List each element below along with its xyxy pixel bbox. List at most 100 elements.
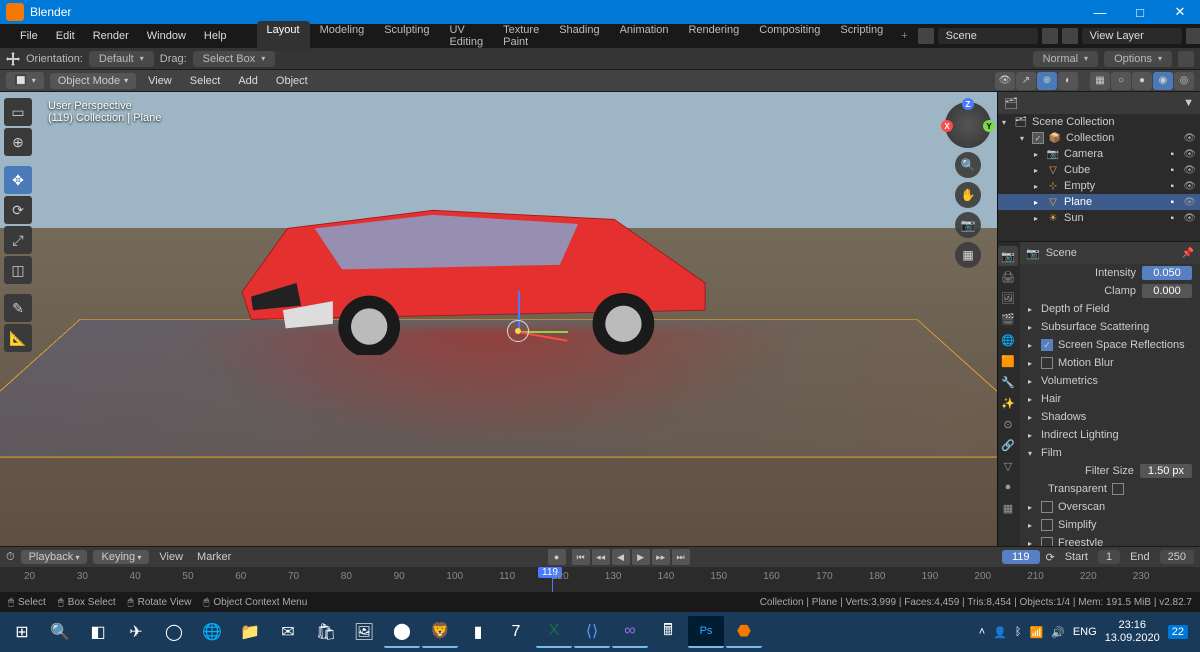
workspace-tab-layout[interactable]: Layout [257, 21, 310, 51]
play-rev[interactable]: ◀ [612, 549, 630, 565]
nav-gizmo[interactable]: Z Y X [945, 102, 991, 148]
persp-ortho-button[interactable]: ▦ [955, 242, 981, 268]
mode-dropdown[interactable]: Object Mode [50, 73, 136, 89]
chrome-icon[interactable]: ⬤ [384, 616, 420, 648]
prop-tab-texture[interactable]: ▦ [998, 498, 1018, 518]
jump-start[interactable]: ⏮ [572, 549, 590, 565]
workspace-tab-compositing[interactable]: Compositing [749, 21, 830, 51]
outliner-item-sun[interactable]: ▸☀Sun▪👁 [998, 210, 1200, 226]
measure-tool[interactable]: 📐 [4, 324, 32, 352]
new-viewlayer-icon[interactable] [1186, 28, 1200, 44]
outliner-item-cube[interactable]: ▸▽Cube▪👁 [998, 162, 1200, 178]
prop-section-motion-blur[interactable]: ▸Motion Blur [1020, 354, 1200, 372]
explorer-icon[interactable]: 📁 [232, 616, 268, 648]
store-icon[interactable]: 🛍 [308, 616, 344, 648]
axis-z-icon[interactable]: Z [962, 98, 974, 110]
photoshop-icon[interactable]: Ps [688, 616, 724, 648]
timeline-marker[interactable]: Marker [193, 551, 235, 563]
prop-section-film[interactable]: ▾Film [1020, 444, 1200, 462]
shade-matprev-icon[interactable]: ◉ [1153, 72, 1173, 90]
scene-name-field[interactable]: Scene [938, 28, 1038, 44]
select-tool[interactable]: ▭ [4, 98, 32, 126]
prop-tab-mesh[interactable]: ▽ [998, 456, 1018, 476]
browse-scene-icon[interactable] [918, 28, 934, 44]
menu-add[interactable]: Add [232, 73, 264, 89]
move-tool[interactable]: ✥ [4, 166, 32, 194]
brave-icon[interactable]: 🦁 [422, 616, 458, 648]
prop-tab-physics[interactable]: ⊙ [998, 414, 1018, 434]
prop-tab-viewlayer[interactable]: 🖼 [998, 288, 1018, 308]
checkbox[interactable] [1041, 357, 1053, 369]
tray-person-icon[interactable]: 👤 [993, 626, 1007, 639]
tray-volume-icon[interactable]: 🔊 [1051, 626, 1065, 639]
jump-end[interactable]: ⏭ [672, 549, 690, 565]
pan-button[interactable]: ✋ [955, 182, 981, 208]
menu-object[interactable]: Object [270, 73, 314, 89]
transform-gizmo[interactable] [518, 301, 578, 361]
outliner-collection[interactable]: ▾✓📦Collection👁 [998, 130, 1200, 146]
prop-tab-modifier[interactable]: 🔧 [998, 372, 1018, 392]
gizmo-arrow-icon[interactable]: ↗ [1016, 72, 1036, 90]
timeline-view[interactable]: View [155, 551, 187, 563]
tray-clock[interactable]: 23:16 13.09.2020 [1105, 619, 1160, 645]
scale-tool[interactable]: ⤢ [4, 226, 32, 254]
end-frame[interactable]: 250 [1160, 550, 1194, 564]
workspace-tab-scripting[interactable]: Scripting [830, 21, 893, 51]
transparent-checkbox[interactable] [1112, 483, 1124, 495]
menu-file[interactable]: File [12, 28, 46, 44]
gizmo-toggle-icon[interactable]: ⊕ [1037, 72, 1057, 90]
menu-view[interactable]: View [142, 73, 178, 89]
clamp-value[interactable]: 0.000 [1142, 284, 1192, 298]
foobar-icon[interactable]: ◯ [156, 616, 192, 648]
menu-help[interactable]: Help [196, 28, 235, 44]
shade-wire-icon[interactable]: ○ [1111, 72, 1131, 90]
prop-section-shadows[interactable]: ▸Shadows [1020, 408, 1200, 426]
mail-icon[interactable]: ✉ [270, 616, 306, 648]
workspace-tab-sculpting[interactable]: Sculpting [374, 21, 439, 51]
browse-viewlayer-icon[interactable] [1062, 28, 1078, 44]
workspace-tab-texture-paint[interactable]: Texture Paint [493, 21, 549, 51]
annotate-tool[interactable]: ✎ [4, 294, 32, 322]
prop-section-indirect-lighting[interactable]: ▸Indirect Lighting [1020, 426, 1200, 444]
shade-solid-icon[interactable]: ● [1132, 72, 1152, 90]
start-frame[interactable]: 1 [1098, 550, 1120, 564]
prop-section-subsurface-scattering[interactable]: ▸Subsurface Scattering [1020, 318, 1200, 336]
maximize-button[interactable]: □ [1120, 0, 1160, 24]
axis-x-icon[interactable]: X [941, 120, 953, 132]
car-object[interactable] [160, 174, 778, 356]
jump-next-key[interactable]: ▸▸ [652, 549, 670, 565]
jump-prev-key[interactable]: ◂◂ [592, 549, 610, 565]
checkbox[interactable] [1041, 537, 1053, 546]
prop-tab-output[interactable]: 🖨 [998, 267, 1018, 287]
prop-tab-world[interactable]: 🌐 [998, 330, 1018, 350]
calc-icon[interactable]: 🖩 [650, 616, 686, 648]
prop-section-hair[interactable]: ▸Hair [1020, 390, 1200, 408]
select-visible-icon[interactable]: 👁 [995, 72, 1015, 90]
filter-icon[interactable] [1178, 51, 1194, 67]
prop-section-depth-of-field[interactable]: ▸Depth of Field [1020, 300, 1200, 318]
tray-wifi-icon[interactable]: 📶 [1029, 626, 1043, 639]
workspace-tab-rendering[interactable]: Rendering [678, 21, 749, 51]
search-button[interactable]: 🔍 [42, 616, 78, 648]
prop-section-simplify[interactable]: ▸Simplify [1020, 516, 1200, 534]
workspace-tab-modeling[interactable]: Modeling [310, 21, 375, 51]
new-scene-icon[interactable] [1042, 28, 1058, 44]
taskview-button[interactable]: ◧ [80, 616, 116, 648]
prop-tab-scene[interactable]: 🎬 [998, 309, 1018, 329]
tray-bluetooth-icon[interactable]: ᛒ [1015, 626, 1022, 638]
editor-type-dropdown[interactable]: 🔲 [6, 72, 44, 89]
tray-notifications[interactable]: 22 [1168, 625, 1188, 639]
timeline-track[interactable]: 119 203040506070809010011012013014015016… [0, 567, 1200, 592]
timeline-editor-icon[interactable]: ⏱ [6, 551, 15, 564]
excel-icon[interactable]: X [536, 616, 572, 648]
orientation-dropdown[interactable]: Default [89, 51, 154, 67]
prop-section-screen-space-reflections[interactable]: ▸✓Screen Space Reflections [1020, 336, 1200, 354]
menu-window[interactable]: Window [139, 28, 194, 44]
zoom-button[interactable]: 🔍 [955, 152, 981, 178]
seven-icon[interactable]: 7 [498, 616, 534, 648]
outliner-filter-icon[interactable]: ▼ [1183, 97, 1194, 109]
pin-icon[interactable]: 📌 [1182, 248, 1194, 259]
prop-section-volumetrics[interactable]: ▸Volumetrics [1020, 372, 1200, 390]
playback-dropdown[interactable]: Playback [21, 550, 88, 564]
rotate-tool[interactable]: ⟳ [4, 196, 32, 224]
